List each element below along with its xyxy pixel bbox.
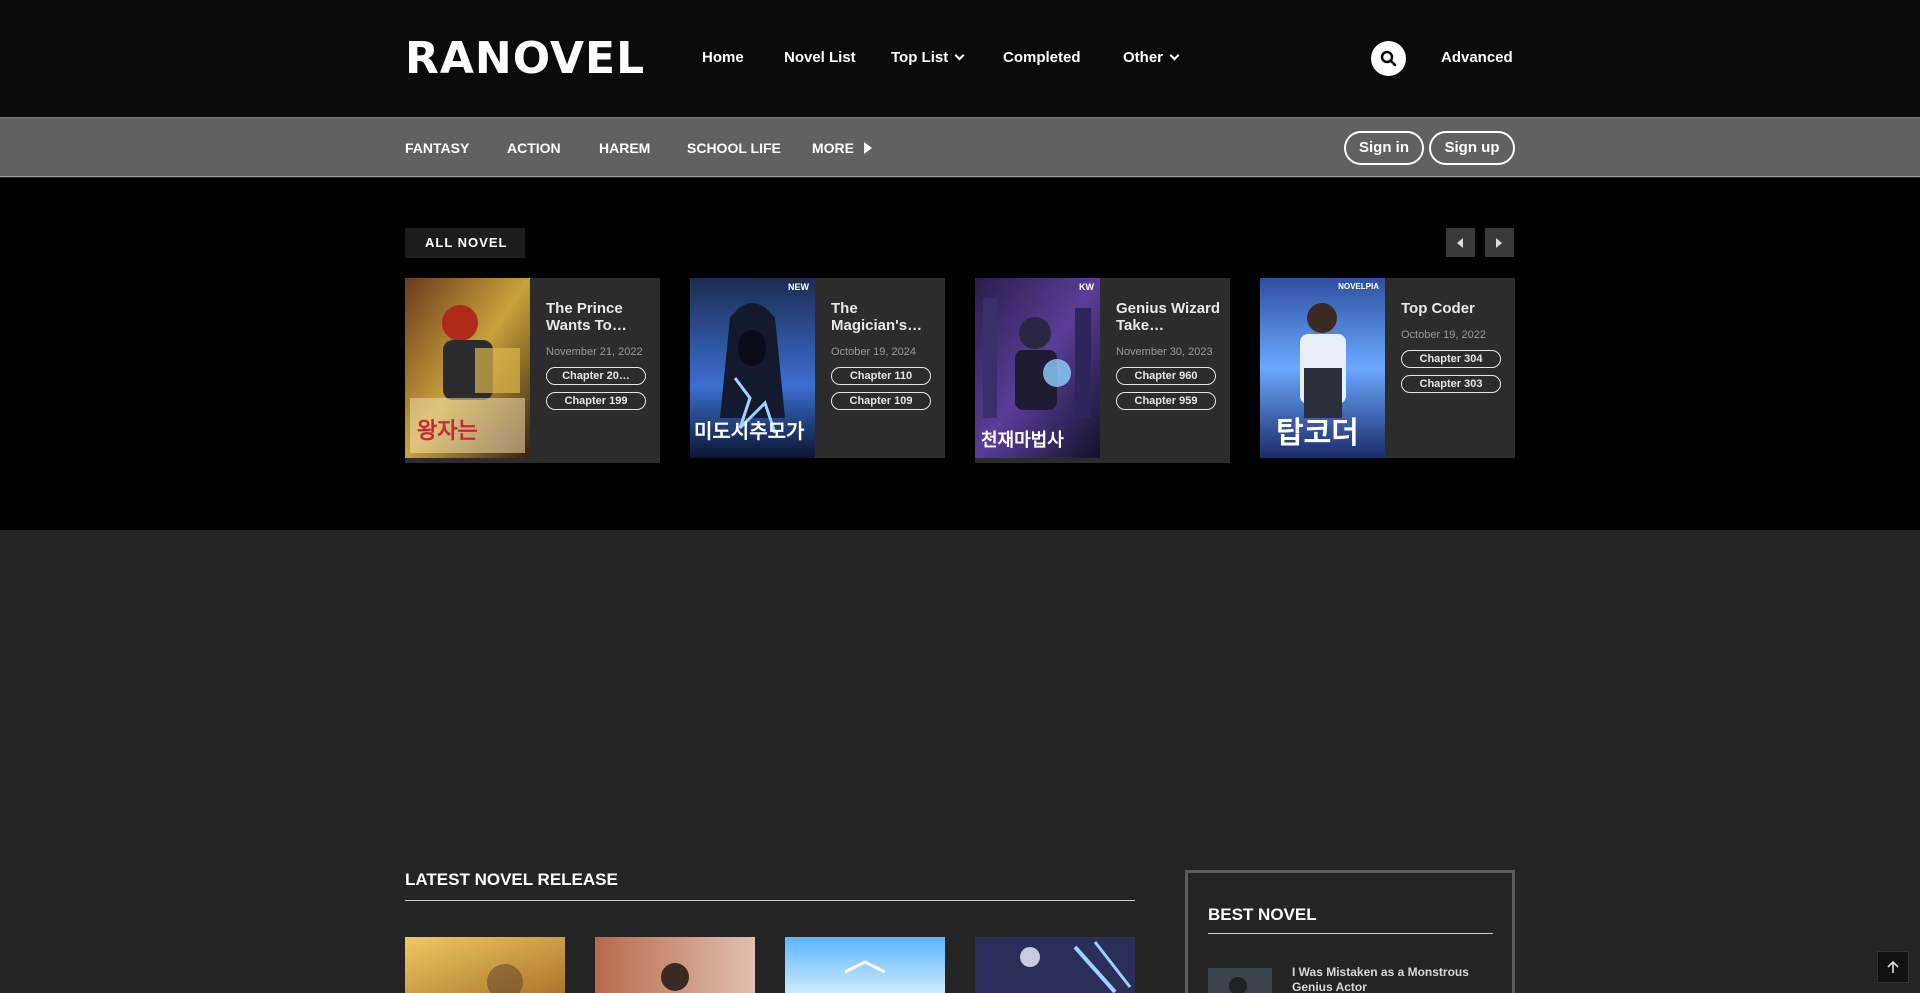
novel-title[interactable]: Top Coder: [1401, 300, 1506, 317]
best-novel-widget: BEST NOVEL I Was Mistaken as a Monstrous…: [1185, 870, 1515, 993]
novel-card[interactable]: 천재마법사 KW Genius Wizard Take… November 30…: [975, 278, 1230, 463]
novel-title[interactable]: The Prince Wants To…: [546, 300, 651, 334]
nav-home-label: Home: [702, 49, 744, 66]
novel-card-info: Top Coder October 19, 2022 Chapter 304 C…: [1401, 300, 1506, 393]
caret-left-icon: [1457, 238, 1463, 248]
chapter-link[interactable]: Chapter 20…: [546, 367, 646, 385]
latest-novel-thumbnail[interactable]: [595, 937, 755, 993]
nav-novel-list-label: Novel List: [784, 49, 856, 66]
chapter-link[interactable]: Chapter 109: [831, 392, 931, 410]
novel-date: November 21, 2022: [546, 346, 643, 358]
category-more-label: MORE: [812, 140, 854, 156]
caret-right-icon: [1496, 238, 1502, 248]
svg-text:탑코더: 탑코더: [1276, 416, 1359, 451]
advanced-search-link[interactable]: Advanced: [1441, 48, 1513, 68]
nav-completed-label: Completed: [1003, 49, 1081, 66]
divider: [405, 900, 1135, 901]
novel-title[interactable]: The Magician's…: [831, 300, 936, 334]
svg-text:천재마법사: 천재마법사: [981, 430, 1064, 451]
nav-other-label: Other: [1123, 49, 1164, 66]
novel-cover-image[interactable]: 탑코더 NOVELPIA: [1260, 278, 1385, 458]
novel-card-info: The Prince Wants To… November 21, 2022 C…: [546, 300, 651, 410]
divider: [1208, 933, 1493, 934]
category-school-life[interactable]: SCHOOL LIFE: [687, 138, 781, 158]
cover-badge: NOVELPIA: [1338, 282, 1379, 291]
site-header: RANOVEL Home Novel List Top List Complet…: [0, 0, 1920, 117]
chapter-link[interactable]: Chapter 959: [1116, 392, 1216, 410]
site-logo[interactable]: RANOVEL: [405, 34, 645, 84]
chapter-link[interactable]: Chapter 110: [831, 367, 931, 385]
cover-badge: NEW: [788, 282, 809, 292]
nav-completed[interactable]: Completed: [1003, 48, 1081, 68]
chapter-link[interactable]: Chapter 304: [1401, 350, 1501, 368]
category-harem[interactable]: HAREM: [599, 138, 650, 158]
section-heading: ALL NOVEL: [405, 228, 525, 258]
nav-home[interactable]: Home: [702, 48, 744, 68]
nav-top-list-label: Top List: [891, 49, 949, 66]
nav-top-list[interactable]: Top List: [891, 48, 965, 68]
category-bar: FANTASY ACTION HAREM SCHOOL LIFE MORE Si…: [0, 117, 1920, 177]
best-novel-title[interactable]: I Was Mistaken as a Monstrous Genius Act…: [1292, 965, 1492, 993]
best-novel-thumbnail[interactable]: [1208, 968, 1272, 993]
novel-card-info: Genius Wizard Take… November 30, 2023 Ch…: [1116, 300, 1221, 410]
sign-in-button[interactable]: Sign in: [1344, 131, 1424, 165]
arrow-up-icon: [1887, 960, 1899, 973]
all-novel-slider: ALL NOVEL 왕자는 The Prince Wants To… Novem…: [0, 178, 1920, 530]
search-icon: [1380, 50, 1397, 67]
novel-card[interactable]: 왕자는 The Prince Wants To… November 21, 20…: [405, 278, 660, 463]
novel-date: October 19, 2024: [831, 346, 917, 358]
novel-card[interactable]: 탑코더 NOVELPIA Top Coder October 19, 2022 …: [1260, 278, 1515, 458]
svg-text:왕자는: 왕자는: [417, 419, 478, 444]
chevron-down-icon: [954, 50, 965, 61]
nav-novel-list[interactable]: Novel List: [784, 48, 856, 68]
novel-date: October 19, 2022: [1401, 329, 1487, 341]
cover-badge: KW: [1079, 282, 1094, 292]
novel-title[interactable]: Genius Wizard Take…: [1116, 300, 1221, 334]
caret-right-icon: [864, 142, 872, 154]
back-to-top-button[interactable]: [1877, 951, 1909, 983]
slider-next-button[interactable]: [1485, 228, 1514, 257]
latest-novel-thumbnail[interactable]: [785, 937, 945, 993]
best-novel-heading: BEST NOVEL: [1208, 905, 1317, 924]
chapter-link[interactable]: Chapter 199: [546, 392, 646, 410]
category-fantasy[interactable]: FANTASY: [405, 138, 469, 158]
chapter-link[interactable]: Chapter 303: [1401, 375, 1501, 393]
nav-other[interactable]: Other: [1123, 48, 1180, 68]
category-action[interactable]: ACTION: [507, 138, 561, 158]
novel-cover-image[interactable]: 미도시추모가 NEW: [690, 278, 815, 458]
novel-cover-image[interactable]: 천재마법사 KW: [975, 278, 1100, 458]
chevron-down-icon: [1169, 50, 1180, 61]
latest-novel-thumbnail[interactable]: [975, 937, 1135, 993]
category-more[interactable]: MORE: [812, 138, 872, 158]
slider-prev-button[interactable]: [1446, 228, 1475, 257]
novel-date: November 30, 2023: [1116, 346, 1213, 358]
sign-up-button[interactable]: Sign up: [1429, 131, 1515, 165]
novel-card-info: The Magician's… October 19, 2024 Chapter…: [831, 300, 936, 410]
search-button[interactable]: [1371, 41, 1406, 76]
latest-novel-thumbnail[interactable]: [405, 937, 565, 993]
novel-cover-image[interactable]: 왕자는: [405, 278, 530, 458]
chapter-link[interactable]: Chapter 960: [1116, 367, 1216, 385]
latest-release-heading: LATEST NOVEL RELEASE: [405, 870, 618, 889]
svg-text:미도시추모가: 미도시추모가: [694, 419, 805, 443]
novel-card[interactable]: 미도시추모가 NEW The Magician's… October 19, 2…: [690, 278, 945, 458]
